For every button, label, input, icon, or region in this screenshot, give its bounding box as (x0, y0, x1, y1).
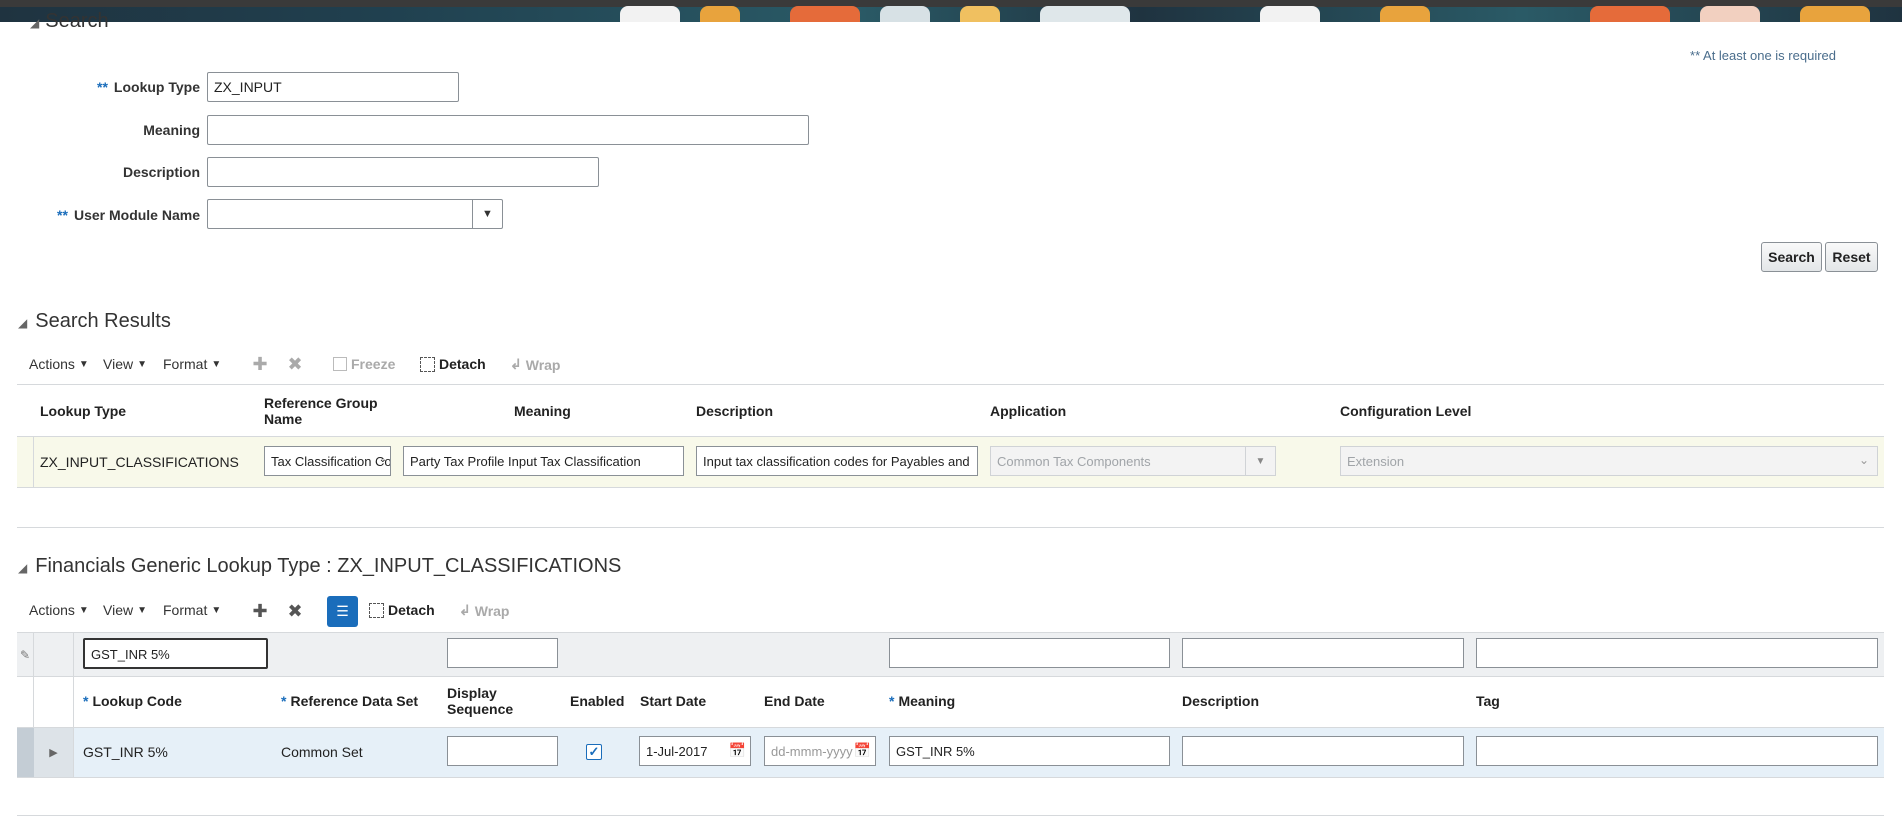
meaning-row-input[interactable]: GST_INR 5% (889, 736, 1170, 766)
view-menu[interactable]: View ▼ (103, 356, 147, 372)
ref-group-select[interactable]: Tax Classification Co ⌄ (264, 446, 391, 476)
user-module-select[interactable]: ▼ (207, 199, 503, 229)
chevron-down-icon[interactable]: ▼ (472, 200, 502, 228)
configuration-level-select: Extension ⌄ (1340, 446, 1878, 476)
description-cell-input[interactable]: Input tax classification codes for Payab… (696, 446, 978, 476)
caret-down-icon: ▼ (211, 604, 222, 616)
col-display-sequence[interactable]: Display Sequence (447, 685, 527, 717)
lookup-type-section-title[interactable]: ◢ Financials Generic Lookup Type : ZX_INP… (18, 555, 621, 578)
collapse-triangle-icon: ◢ (18, 561, 28, 575)
wrap-icon: ↲ (510, 356, 522, 372)
wrap-icon: ↲ (459, 602, 471, 618)
description-row-input[interactable] (1182, 736, 1464, 766)
view-menu[interactable]: View ▼ (103, 602, 147, 618)
description-label: Description (122, 164, 200, 180)
format-menu[interactable]: Format ▼ (163, 356, 221, 372)
chevron-down-icon: ⌄ (1858, 453, 1869, 467)
row-lookup-code: GST_INR 5% (83, 744, 168, 760)
detach-icon (369, 602, 384, 618)
search-section-title[interactable]: ◢ Search (30, 10, 109, 33)
calendar-icon: 📅 (728, 742, 746, 758)
display-sequence-filter[interactable] (447, 638, 558, 668)
search-results-title[interactable]: ◢ Search Results (18, 310, 171, 333)
format-menu[interactable]: Format ▼ (163, 602, 221, 618)
caret-down-icon: ▼ (78, 604, 89, 616)
detach-icon (420, 356, 435, 372)
lookup-type-input[interactable]: ZX_INPUT (207, 72, 459, 102)
col-reference-group-name[interactable]: Reference Group Name (264, 395, 404, 427)
col-configuration-level[interactable]: Configuration Level (1340, 403, 1471, 419)
lookup-code-filter-input[interactable]: GST_INR 5% (83, 638, 268, 669)
lookup-type-label: ** Lookup Type (97, 79, 200, 95)
tag-filter[interactable] (1476, 638, 1878, 668)
freeze-button[interactable]: Freeze (333, 356, 395, 372)
col-reference-data-set[interactable]: * Reference Data Set (281, 693, 418, 709)
detach-button[interactable]: Detach (420, 356, 486, 372)
description-input[interactable] (207, 157, 599, 187)
col-meaning[interactable]: * Meaning (889, 693, 955, 709)
delete-icon[interactable]: ✖ (285, 354, 305, 374)
col-tag[interactable]: Tag (1476, 693, 1500, 709)
row-reference-data-set: Common Set (281, 744, 363, 760)
caret-down-icon: ▼ (137, 604, 147, 616)
wrap-button[interactable]: ↲ Wrap (459, 602, 509, 619)
meaning-cell-input[interactable]: Party Tax Profile Input Tax Classificati… (403, 446, 684, 476)
edit-icon: ✎ (17, 633, 34, 677)
caret-down-icon: ▼ (211, 358, 222, 370)
enabled-checkbox[interactable]: ✓ (586, 744, 602, 760)
wrap-button[interactable]: ↲ Wrap (510, 356, 560, 373)
col-enabled[interactable]: Enabled (570, 693, 624, 709)
application-select: Common Tax Components ▼ (990, 446, 1276, 476)
caret-down-icon: ▼ (78, 358, 89, 370)
caret-down-icon: ▼ (137, 358, 147, 370)
actions-menu[interactable]: Actions ▼ (29, 356, 89, 372)
add-icon[interactable]: ✚ (250, 354, 270, 374)
calendar-icon: 📅 (853, 742, 871, 758)
display-sequence-input[interactable] (447, 736, 558, 766)
col-lookup-type[interactable]: Lookup Type (40, 403, 126, 419)
expand-row-icon: ▶ (34, 728, 74, 777)
required-note: ** At least one is required (1690, 48, 1836, 63)
chevron-down-icon: ⌄ (378, 454, 387, 465)
chevron-down-icon: ▼ (1245, 447, 1275, 475)
meaning-filter[interactable] (889, 638, 1170, 668)
meaning-label: Meaning (143, 122, 200, 138)
col-description[interactable]: Description (1182, 693, 1259, 709)
query-by-example-icon[interactable]: ☰ (327, 596, 358, 627)
col-application[interactable]: Application (990, 403, 1066, 419)
description-filter[interactable] (1182, 638, 1464, 668)
col-description[interactable]: Description (696, 403, 773, 419)
collapse-triangle-icon: ◢ (30, 16, 40, 30)
delete-icon[interactable]: ✖ (285, 601, 305, 621)
freeze-icon (333, 357, 347, 371)
col-start-date[interactable]: Start Date (640, 693, 706, 709)
add-icon[interactable]: ✚ (250, 601, 270, 621)
reset-button[interactable]: Reset (1825, 242, 1878, 272)
col-lookup-code[interactable]: * Lookup Code (83, 693, 182, 709)
actions-menu[interactable]: Actions ▼ (29, 602, 89, 618)
header-banner (0, 0, 1902, 22)
row-lookup-type: ZX_INPUT_CLASSIFICATIONS (40, 454, 239, 470)
search-button[interactable]: Search (1761, 242, 1822, 272)
start-date-input[interactable]: 1-Jul-2017 📅 (639, 736, 751, 766)
tag-row-input[interactable] (1476, 736, 1878, 766)
end-date-input[interactable]: dd-mmm-yyyy 📅 (764, 736, 876, 766)
meaning-input[interactable] (207, 115, 809, 145)
col-meaning[interactable]: Meaning (514, 403, 571, 419)
user-module-label: ** User Module Name (57, 207, 200, 223)
col-end-date[interactable]: End Date (764, 693, 825, 709)
detach-button[interactable]: Detach (369, 602, 435, 618)
collapse-triangle-icon: ◢ (18, 316, 28, 330)
